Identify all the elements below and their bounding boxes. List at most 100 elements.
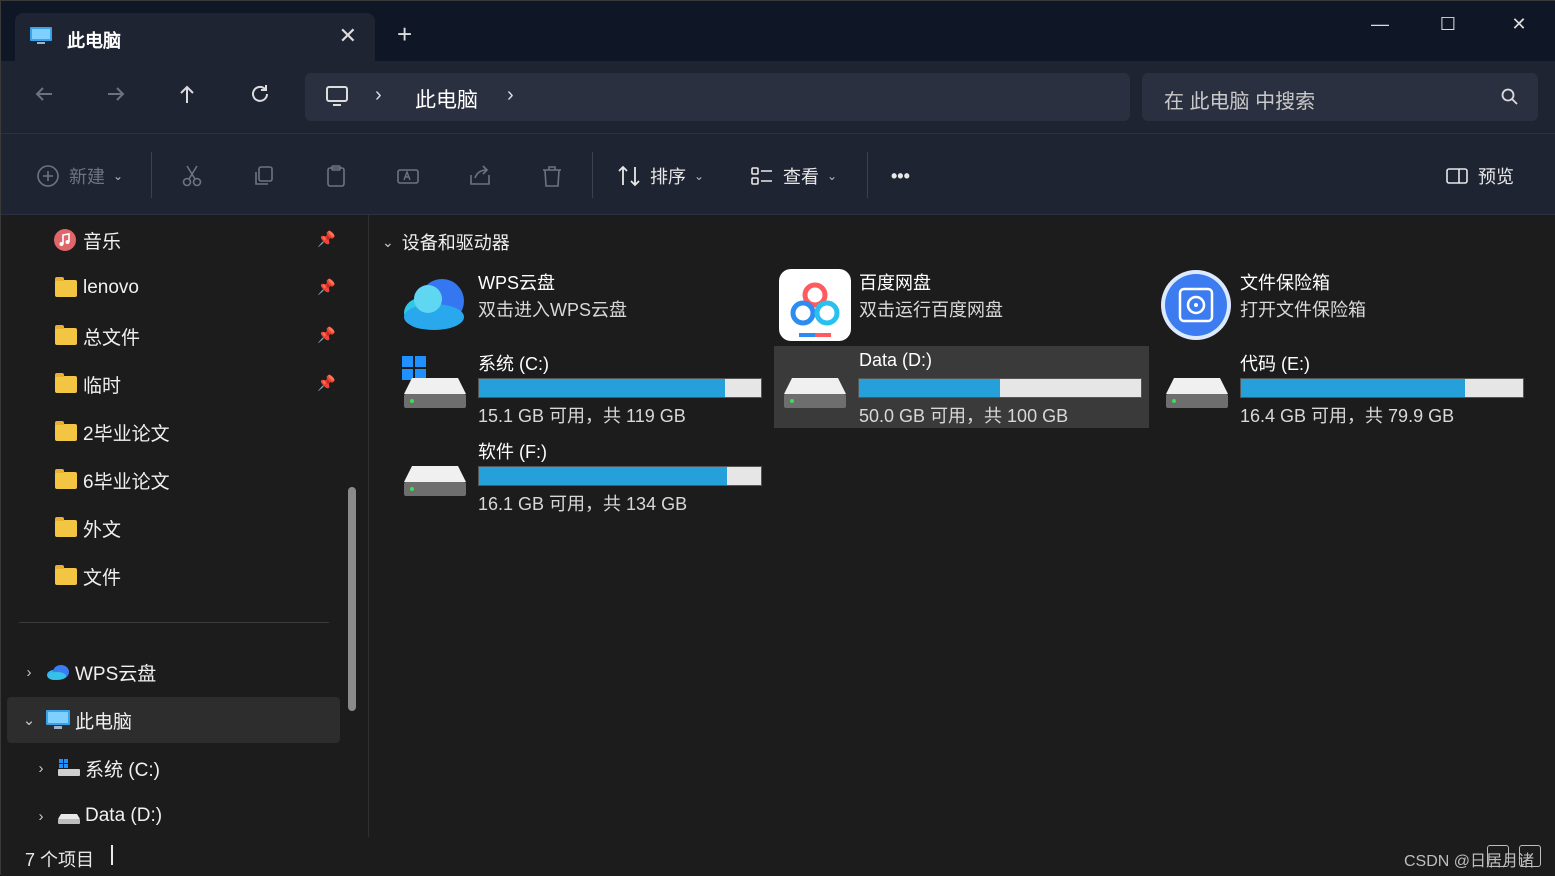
more-icon: ••• [891,165,910,186]
wps-cloud-icon [47,665,69,680]
sort-button[interactable]: 排序 ⌄ [616,162,704,190]
tree-item-this-pc[interactable]: ⌄ 此电脑 [7,697,340,743]
vault-icon [1161,270,1231,340]
tile-wps-cloud[interactable]: WPS云盘 双击进入WPS云盘 [374,265,749,347]
chevron-right-icon[interactable]: › [31,760,51,777]
tiles-view-button[interactable] [1519,845,1541,867]
sidebar-item-music[interactable]: 音乐 📌 [7,217,340,263]
drive-free-space: 50.0 GB 可用，共 100 GB [859,406,1069,426]
drive-free-space: 16.1 GB 可用，共 134 GB [478,494,688,514]
address-bar[interactable]: › 此电脑 › [305,73,1130,121]
copy-button[interactable] [251,162,277,190]
forward-button[interactable] [99,81,133,115]
arrow-right-icon [108,87,125,101]
drive-icon [784,378,846,408]
new-tab-button[interactable]: + [397,21,412,47]
tree-item-label: 系统 (C:) [85,759,160,781]
drive-usage-fill [859,379,1000,397]
folder-icon [55,564,77,585]
new-button[interactable]: 新建 ⌄ [35,162,123,190]
sidebar-item-foreign[interactable]: 外文 [7,505,340,551]
preview-pane-icon [1446,168,1468,184]
baidu-netdisk-icon [779,269,851,341]
tile-baidu-netdisk[interactable]: 百度网盘 双击运行百度网盘 [755,265,1130,347]
drive-name: Data (D:) [859,350,933,370]
tile-subtitle: 双击进入WPS云盘 [478,300,628,320]
computer-icon [30,27,52,44]
chevron-down-icon[interactable]: ⌄ [19,711,39,729]
search-box[interactable]: 在 此电脑 中搜索 [1142,73,1538,121]
sidebar-item-lenovo[interactable]: lenovo 📌 [7,265,340,311]
computer-icon [46,710,70,729]
group-header-devices[interactable]: ⌄ 设备和驱动器 [382,229,510,255]
tile-drive-d[interactable]: Data (D:) 50.0 GB 可用，共 100 GB [774,346,1149,428]
chevron-down-icon: ⌄ [827,169,838,183]
chevron-down-icon: ⌄ [694,169,705,183]
chevron-right-icon[interactable]: › [31,808,51,825]
chevron-right-icon[interactable]: › [375,84,382,107]
tile-drive-f[interactable]: 软件 (F:) 16.1 GB 可用，共 134 GB [374,434,762,516]
chevron-right-icon[interactable]: › [507,84,514,107]
scissors-icon [182,165,202,187]
back-button[interactable] [27,81,61,115]
arrow-up-icon [180,85,194,103]
search-input[interactable]: 在 此电脑 中搜索 [1164,85,1315,114]
tree-item-wps-cloud[interactable]: › WPS云盘 [7,649,340,695]
view-list-icon [751,167,772,185]
chevron-right-icon[interactable]: › [19,664,39,681]
close-window-button[interactable]: ✕ [1499,9,1539,39]
maximize-button[interactable]: ☐ [1428,9,1468,39]
arrow-left-icon [35,87,52,101]
sidebar-item-thesis-6[interactable]: 6毕业论文 [7,457,340,503]
sidebar-scrollbar[interactable] [348,487,356,711]
rename-button[interactable] [395,162,421,190]
tree-item-drive-c[interactable]: › 系统 (C:) [7,745,340,791]
share-icon [470,165,490,185]
tile-drive-c[interactable]: 系统 (C:) 15.1 GB 可用，共 119 GB [374,346,762,428]
delete-button[interactable] [539,162,565,190]
copy-icon [255,166,273,185]
pin-icon: 📌 [317,375,336,392]
drive-usage-bar [478,378,762,398]
new-label: 新建 [69,167,105,187]
sidebar-item-label: lenovo [83,277,139,298]
cut-button[interactable] [179,162,205,190]
share-button[interactable] [467,162,493,190]
tab-title: 此电脑 [67,31,121,51]
view-button[interactable]: 查看 ⌄ [749,162,837,190]
tree-item-drive-d[interactable]: › Data (D:) [7,793,340,839]
music-icon [54,229,76,251]
sidebar-item-all-files[interactable]: 总文件 📌 [7,313,340,359]
more-options-button[interactable]: ••• [891,162,910,190]
toolbar-divider [867,152,868,198]
tile-drive-e[interactable]: 代码 (E:) 16.4 GB 可用，共 79.9 GB [1136,346,1524,428]
sidebar-item-files[interactable]: 文件 [7,553,340,599]
navigation-bar: › 此电脑 › 在 此电脑 中搜索 [1,61,1555,133]
view-label: 查看 [783,167,819,187]
details-view-button[interactable] [1487,845,1509,867]
tree-item-label: 此电脑 [75,711,133,733]
up-button[interactable] [170,81,204,115]
preview-pane-button[interactable]: 预览 [1444,162,1514,190]
sidebar-item-thesis-2[interactable]: 2毕业论文 [7,409,340,455]
sort-icon [618,165,640,187]
sidebar-item-temp[interactable]: 临时 📌 [7,361,340,407]
drive-free-space: 15.1 GB 可用，共 119 GB [478,406,686,426]
breadcrumb-this-pc[interactable]: 此电脑 [415,84,478,114]
tile-file-vault[interactable]: 文件保险箱 打开文件保险箱 [1136,265,1511,347]
refresh-button[interactable] [243,81,277,115]
tile-name: 文件保险箱 [1240,273,1330,293]
search-icon [1501,88,1518,105]
sort-label: 排序 [650,167,686,187]
sidebar-item-label: 6毕业论文 [83,471,170,493]
paste-button[interactable] [323,162,349,190]
item-count: 7 个项目 [25,850,95,870]
minimize-button[interactable]: — [1360,9,1400,39]
folder-icon [55,420,77,441]
tab-this-pc[interactable]: 此电脑 ✕ [15,13,375,61]
drive-usage-fill [479,467,728,485]
drive-usage-fill [479,379,726,397]
tab-close-button[interactable]: ✕ [339,23,357,49]
computer-outline-icon [326,86,348,106]
sidebar-item-label: 文件 [83,567,122,589]
